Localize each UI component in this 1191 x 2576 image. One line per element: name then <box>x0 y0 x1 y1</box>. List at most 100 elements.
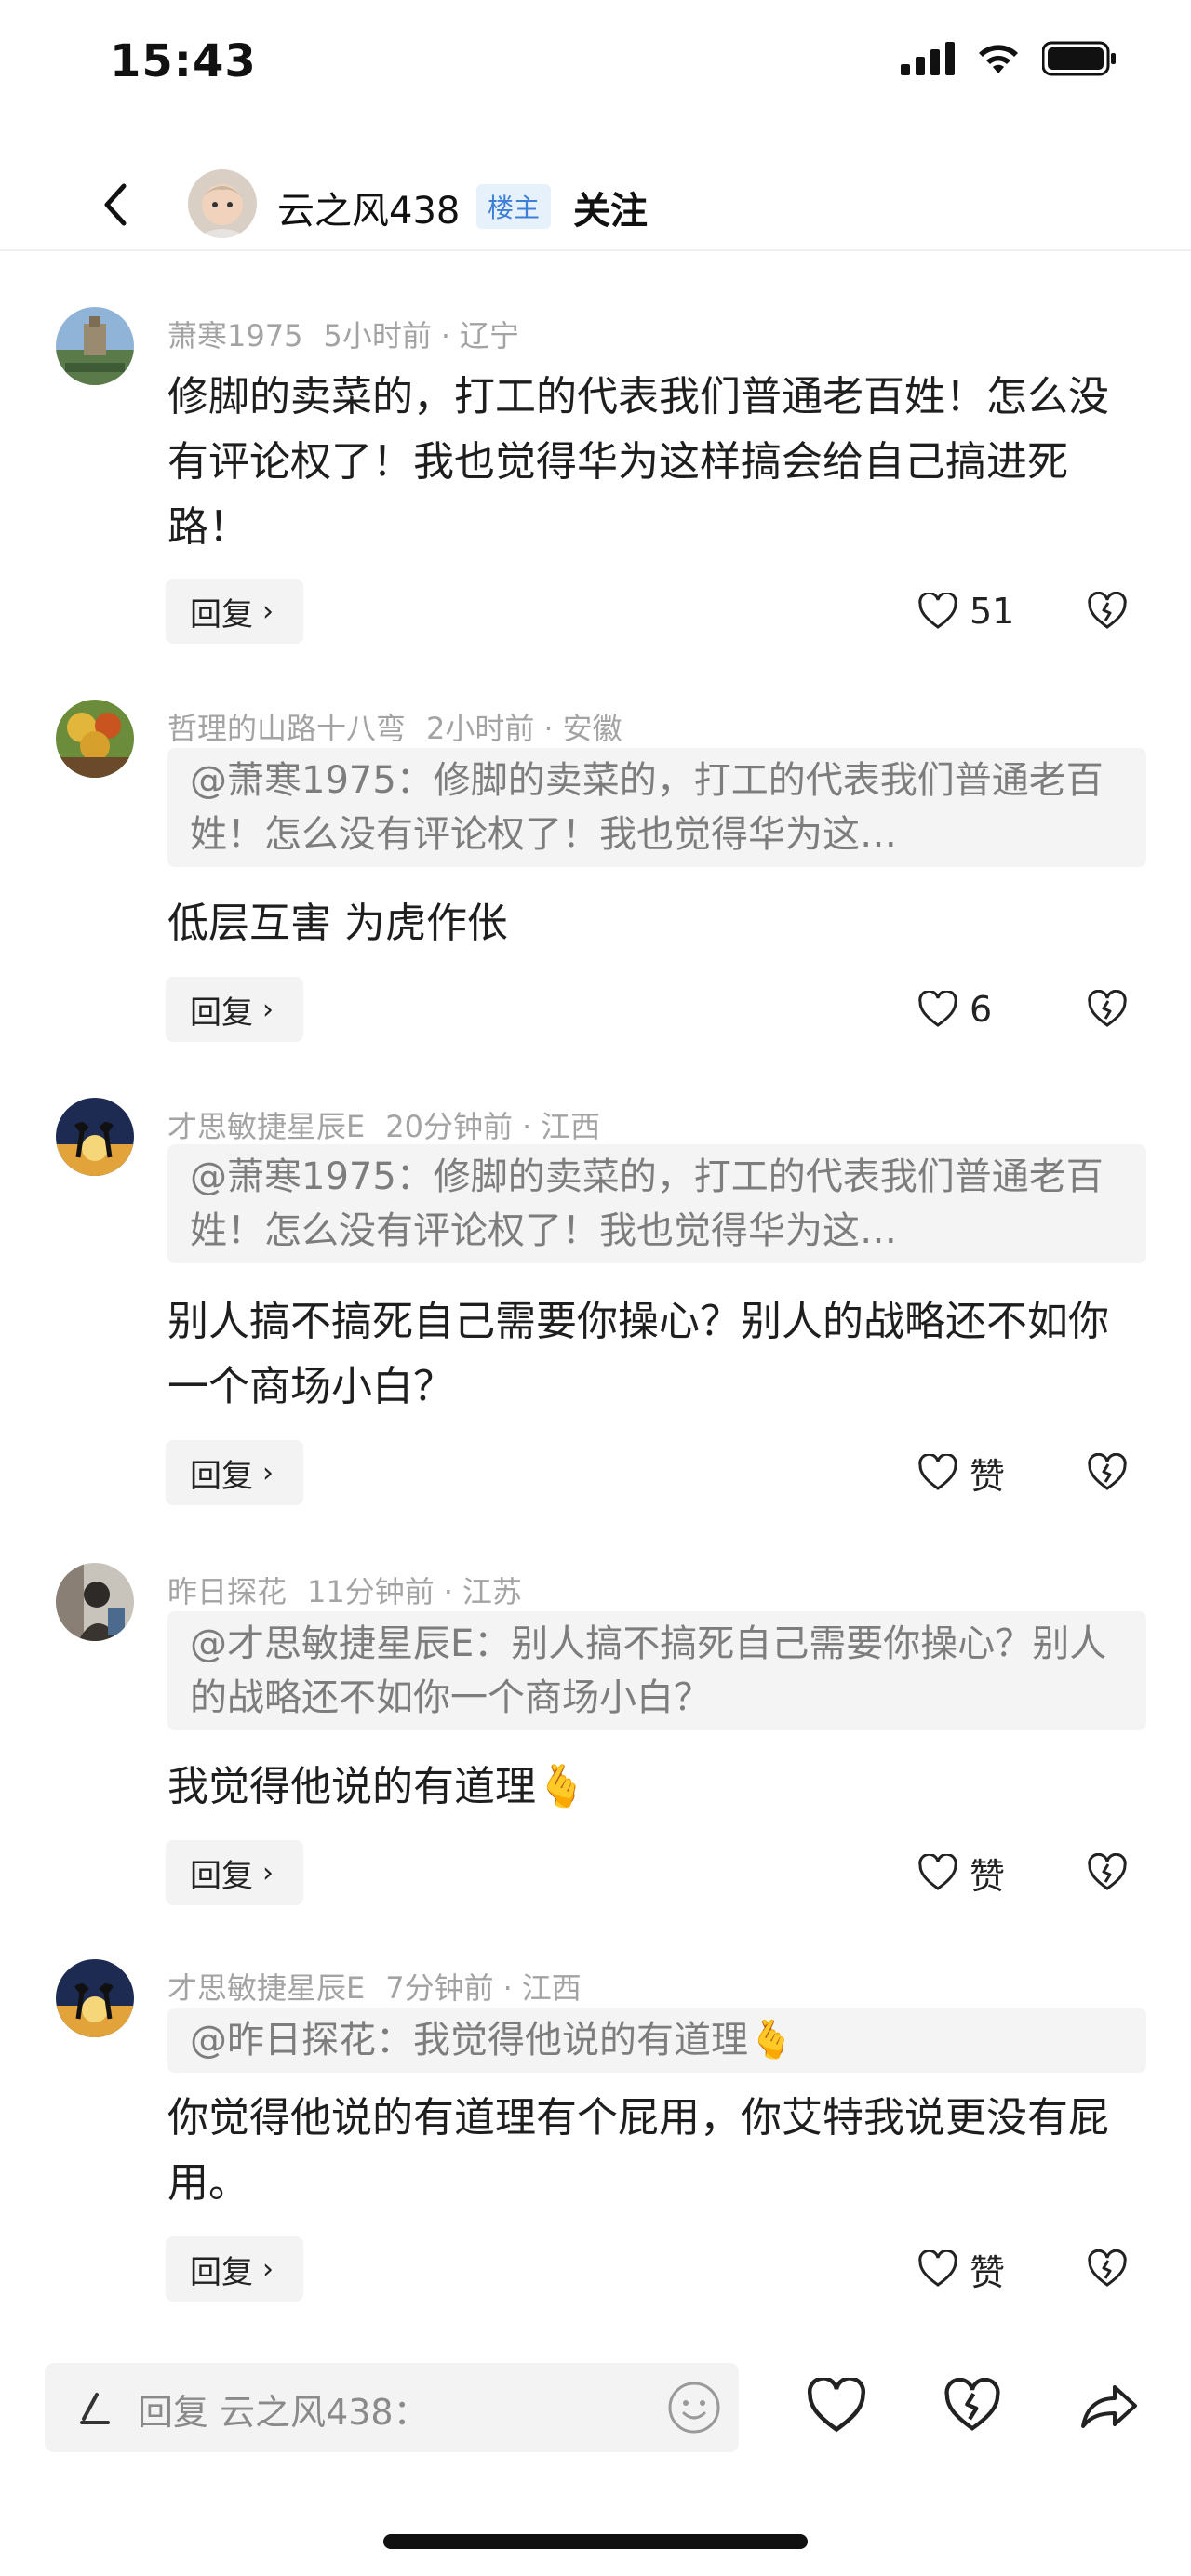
reply-button[interactable]: 回复 › <box>166 579 303 644</box>
comment-text: 低层互害 为虎作伥 <box>167 900 508 947</box>
heart-icon <box>918 593 957 629</box>
comment-meta: 哲理的山路十八弯 2小时前 · 安徽 <box>167 705 643 748</box>
heart-icon <box>918 2250 957 2287</box>
signal-icon <box>901 42 955 75</box>
reply-label: 回复 <box>190 994 253 1032</box>
meta-dot: · <box>443 1574 453 1609</box>
author-name[interactable]: 云之风438 <box>277 180 460 234</box>
heart-icon <box>807 2376 866 2433</box>
quoted-text: @萧寒1975：修脚的卖菜的，打工的代表我们普通老百姓！怎么没有评论权了！我也觉… <box>190 1155 1104 1252</box>
comment-text: 你觉得他说的有道理有个屁用，你艾特我说更没有屁用。 <box>167 2094 1109 2207</box>
comment-meta: 才思敏捷星辰E 20分钟前 · 江西 <box>167 1103 621 1146</box>
quoted-text: @萧寒1975：修脚的卖菜的，打工的代表我们普通老百姓！怎么没有评论权了！我也觉… <box>190 759 1104 856</box>
comment-text: 别人搞不搞死自己需要你操心？别人的战略还不如你一个商场小白？ <box>167 1298 1109 1410</box>
reply-button[interactable]: 回复 › <box>166 1840 303 1905</box>
comment-item: 才思敏捷星辰E 7分钟前 · 江西 @昨日探花：我觉得他说的有道理🫰 你觉得他说的有道… <box>0 1959 1191 2331</box>
status-icons <box>901 41 1117 76</box>
user-avatar[interactable] <box>56 1959 134 2037</box>
dislike-button[interactable] <box>1079 1440 1135 1505</box>
like-post-button[interactable] <box>806 2376 867 2437</box>
wifi-icon <box>979 45 1018 73</box>
battery-icon <box>1042 41 1116 76</box>
user-avatar[interactable] <box>56 1563 134 1641</box>
like-count: 赞 <box>970 1455 1006 1497</box>
comment-username[interactable]: 哲理的山路十八弯 <box>167 711 406 746</box>
comment-username[interactable]: 才思敏捷星辰E <box>167 1970 365 2006</box>
dislike-button[interactable] <box>1079 579 1135 644</box>
user-avatar[interactable] <box>56 307 134 385</box>
user-avatar[interactable] <box>56 1098 134 1176</box>
quoted-text: @才思敏捷星辰E：别人搞不搞死自己需要你操心？别人的战略还不如你一个商场小白？ <box>190 1622 1107 1719</box>
dislike-button[interactable] <box>1079 977 1135 1042</box>
broken-heart-icon <box>944 2377 1000 2431</box>
comment-username[interactable]: 才思敏捷星辰E <box>167 1109 365 1144</box>
pen-icon <box>80 2393 110 2424</box>
like-button[interactable]: 赞 <box>917 2236 1005 2302</box>
quoted-text: @昨日探花：我觉得他说的有道理🫰 <box>190 2019 795 2062</box>
like-button[interactable]: 6 <box>917 977 992 1042</box>
comment-item: 萧寒1975 5小时前 · 辽宁 修脚的卖菜的，打工的代表我们普通老百姓！怎么没有评论… <box>0 307 1191 661</box>
reply-input[interactable]: 回复 云之风438： <box>45 2363 739 2452</box>
reply-placeholder: 回复 云之风438： <box>138 2392 429 2433</box>
comment-item: 昨日探花 11分钟前 · 江苏 @才思敏捷星辰E：别人搞不搞死自己需要你操心？别人的战… <box>0 1563 1191 1916</box>
meta-dot: · <box>543 711 554 746</box>
like-button[interactable]: 赞 <box>917 1840 1005 1905</box>
chevron-right-icon: › <box>262 1856 274 1889</box>
broken-heart-icon <box>1088 1853 1127 1890</box>
quoted-reply[interactable]: @昨日探花：我觉得他说的有道理🫰 <box>167 2008 1146 2073</box>
heart-icon <box>918 1854 957 1890</box>
comment-meta: 才思敏捷星辰E 7分钟前 · 江西 <box>167 1965 602 2008</box>
like-count: 赞 <box>970 2251 1006 2293</box>
quoted-reply[interactable]: @才思敏捷星辰E：别人搞不搞死自己需要你操心？别人的战略还不如你一个商场小白？ <box>167 1611 1146 1730</box>
comment-time: 5小时前 <box>323 318 432 354</box>
broken-heart-icon <box>1088 990 1127 1027</box>
meta-dot: · <box>521 1109 532 1144</box>
comment-item: 哲理的山路十八弯 2小时前 · 安徽 @萧寒1975：修脚的卖菜的，打工的代表我们普通… <box>0 700 1191 1053</box>
heart-icon <box>918 991 957 1027</box>
follow-button[interactable]: 关注 <box>573 180 648 234</box>
chevron-left-icon <box>104 183 127 226</box>
status-bar: 15:43 <box>0 0 1191 140</box>
chevron-right-icon: › <box>262 993 274 1026</box>
meta-dot: · <box>502 1970 513 2006</box>
reply-label: 回复 <box>190 595 253 634</box>
comment-meta: 萧寒1975 5小时前 · 辽宁 <box>167 313 540 355</box>
broken-heart-icon <box>1088 2249 1127 2287</box>
comment-username[interactable]: 昨日探花 <box>167 1574 287 1609</box>
emoji-icon[interactable] <box>666 2380 722 2436</box>
comment-location: 江西 <box>541 1109 601 1144</box>
chevron-right-icon: › <box>262 1456 274 1489</box>
reply-button[interactable]: 回复 › <box>166 977 303 1042</box>
home-indicator <box>383 2534 808 2549</box>
dislike-post-button[interactable] <box>942 2377 1003 2437</box>
comment-location: 辽宁 <box>460 318 520 354</box>
chevron-right-icon: › <box>262 2252 274 2286</box>
like-count: 赞 <box>970 1855 1006 1897</box>
comment-username[interactable]: 萧寒1975 <box>167 318 302 354</box>
comment-location: 江苏 <box>462 1574 522 1609</box>
heart-icon <box>918 1454 957 1490</box>
share-button[interactable] <box>1077 2378 1139 2437</box>
reply-button[interactable]: 回复 › <box>166 2236 303 2302</box>
reply-label: 回复 <box>190 1857 253 1895</box>
user-avatar[interactable] <box>56 700 134 778</box>
author-avatar[interactable] <box>188 169 257 238</box>
reply-label: 回复 <box>190 2253 253 2291</box>
like-button[interactable]: 51 <box>917 579 1014 644</box>
broken-heart-icon <box>1088 592 1127 629</box>
comment-location: 安徽 <box>562 711 622 746</box>
comment-time: 7分钟前 <box>385 1970 494 2006</box>
comment-time: 20分钟前 <box>385 1109 513 1144</box>
share-icon <box>1081 2385 1137 2428</box>
broken-heart-icon <box>1088 1453 1127 1490</box>
dislike-button[interactable] <box>1079 1840 1135 1905</box>
quoted-reply[interactable]: @萧寒1975：修脚的卖菜的，打工的代表我们普通老百姓！怎么没有评论权了！我也觉… <box>167 1144 1146 1263</box>
chevron-right-icon: › <box>262 594 274 628</box>
back-button[interactable] <box>89 179 141 231</box>
like-button[interactable]: 赞 <box>917 1440 1005 1505</box>
quoted-reply[interactable]: @萧寒1975：修脚的卖菜的，打工的代表我们普通老百姓！怎么没有评论权了！我也觉… <box>167 748 1146 867</box>
comment-time: 2小时前 <box>426 711 535 746</box>
comment-text: 修脚的卖菜的，打工的代表我们普通老百姓！怎么没有评论权了！我也觉得华为这样搞会给… <box>167 373 1109 551</box>
reply-button[interactable]: 回复 › <box>166 1440 303 1505</box>
dislike-button[interactable] <box>1079 2236 1135 2302</box>
